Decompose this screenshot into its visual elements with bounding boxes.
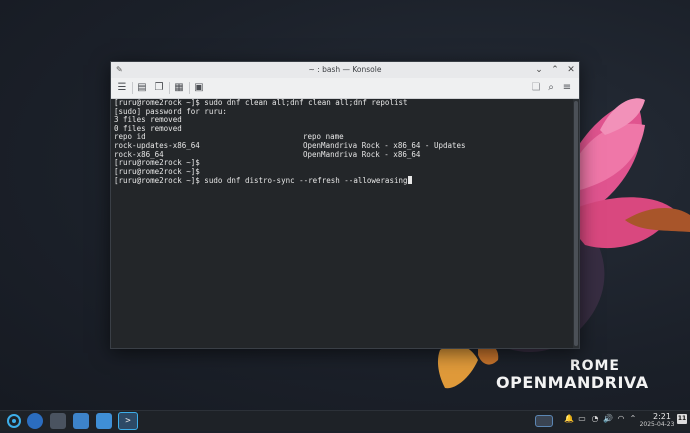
terminal-line: [ruru@rome2rock ~]$ <box>114 166 200 176</box>
terminal-output[interactable]: [ruru@rome2rock ~]$ sudo dnf clean all;d… <box>111 99 573 348</box>
konsole-window[interactable]: ✎ ~ : bash — Konsole ⌄ ⌃ ✕ ☰ ▤ ❐ ▦ ▣ ❏ ⌕… <box>110 61 580 349</box>
terminal-cursor <box>407 176 412 185</box>
konsole-toolbar: ☰ ▤ ❐ ▦ ▣ ❏ ⌕ ≡ <box>111 78 579 99</box>
konsole-taskbar-icon[interactable]: > <box>118 412 138 430</box>
pager-icon[interactable] <box>535 415 553 427</box>
clipboard-icon[interactable]: ▣ <box>192 81 206 95</box>
system-settings-icon[interactable] <box>50 413 66 429</box>
wifi-icon[interactable]: ◠ <box>616 414 626 424</box>
window-titlebar[interactable]: ✎ ~ : bash — Konsole ⌄ ⌃ ✕ <box>111 62 579 79</box>
volume-icon[interactable]: 🔊 <box>603 414 613 424</box>
clock-date: 2025-04-23 <box>639 421 675 428</box>
close-icon[interactable]: ✕ <box>565 62 577 78</box>
file-manager-icon[interactable] <box>96 413 112 429</box>
calendar-badge[interactable]: 11 <box>677 414 687 424</box>
copy-icon[interactable]: ❐ <box>152 81 166 95</box>
brand-rome: ROME <box>569 358 620 374</box>
copy-disabled-icon: ❏ <box>531 82 541 93</box>
terminal-scrollbar[interactable] <box>573 99 579 348</box>
minimize-icon[interactable]: ⌄ <box>533 62 545 78</box>
discover-store-icon[interactable] <box>73 413 89 429</box>
new-tab-icon[interactable]: ☰ <box>115 81 129 95</box>
maximize-icon[interactable]: ⌃ <box>549 62 561 78</box>
window-title: ~ : bash — Konsole <box>308 65 382 74</box>
paste-icon[interactable]: ▦ <box>172 81 186 95</box>
terminal-prompt-line[interactable]: [ruru@rome2rock ~]$ sudo dnf distro-sync… <box>111 176 573 185</box>
brand-openmandriva: OPENMANDRIVA <box>496 373 649 392</box>
openmandriva-logo: ROME OPENMANDRIVA <box>496 358 649 394</box>
network-icon[interactable]: ◔ <box>590 414 600 424</box>
split-view-icon[interactable]: ▤ <box>135 81 149 95</box>
browser-icon[interactable] <box>27 413 43 429</box>
terminal-line: rock-x86_64 OpenMandriva Rock - x86_64 <box>114 149 421 159</box>
clipboard-tray-icon[interactable]: ▭ <box>577 414 587 424</box>
scrollbar-thumb[interactable] <box>574 101 578 346</box>
search-icon[interactable]: ⌕ <box>544 81 558 95</box>
notification-icon[interactable]: 🔔 <box>564 414 574 424</box>
hamburger-menu-icon[interactable]: ≡ <box>560 81 574 95</box>
application-launcher-icon[interactable] <box>6 413 22 429</box>
